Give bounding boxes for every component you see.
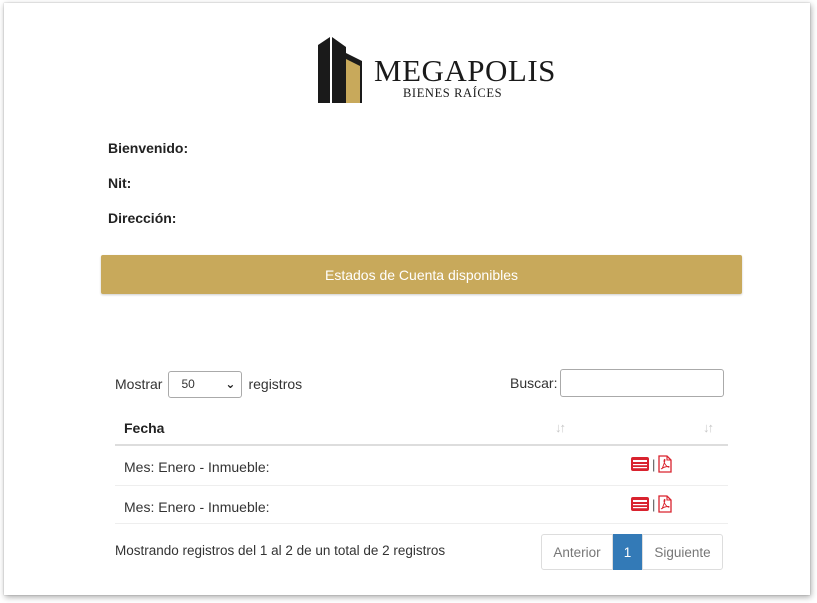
table-row-fecha: Mes: Enero - Inmueble: xyxy=(124,499,270,515)
statements-banner: Estados de Cuenta disponibles xyxy=(101,255,742,294)
sort-icon[interactable]: ↓↑ xyxy=(555,420,566,435)
pagination: Anterior 1 Siguiente xyxy=(541,534,723,570)
logo-subtitle: BIENES RAÍCES xyxy=(403,86,503,100)
building-logo-icon xyxy=(318,37,362,103)
address-label: Dirección: xyxy=(108,210,177,226)
table-info: Mostrando registros del 1 al 2 de un tot… xyxy=(115,543,446,558)
chevron-down-icon: ⌄ xyxy=(225,377,236,391)
pdf-icon[interactable] xyxy=(657,495,673,513)
table-row-fecha: Mes: Enero - Inmueble: xyxy=(124,459,270,475)
statement-card-icon[interactable] xyxy=(630,456,650,472)
table-row-actions: | xyxy=(630,455,673,473)
action-separator: | xyxy=(652,456,656,472)
search-label: Buscar: xyxy=(510,375,558,391)
page-length-value: 50 xyxy=(181,377,195,391)
pdf-icon[interactable] xyxy=(657,455,673,473)
records-label: registros xyxy=(248,376,303,392)
megapolis-logo: MEGAPOLIS BIENES RAÍCES xyxy=(316,33,555,105)
search-input[interactable] xyxy=(560,369,725,397)
table-header-divider xyxy=(115,444,728,446)
previous-page-button[interactable]: Anterior xyxy=(541,534,613,570)
table-row-actions: | xyxy=(630,495,673,513)
show-label: Mostrar xyxy=(115,376,163,392)
page-frame: MEGAPOLIS BIENES RAÍCES Bienvenido: Nit:… xyxy=(4,3,810,595)
column-header-fecha[interactable]: Fecha xyxy=(124,420,164,436)
action-separator: | xyxy=(652,496,656,512)
logo-name: MEGAPOLIS xyxy=(374,53,556,88)
page-length-select[interactable]: 50 ⌄ xyxy=(168,370,243,398)
welcome-label: Bienvenido: xyxy=(108,140,189,156)
statement-card-icon[interactable] xyxy=(630,496,650,512)
statements-banner-label: Estados de Cuenta disponibles xyxy=(324,266,519,283)
table-row-divider xyxy=(115,523,728,524)
table-row-divider xyxy=(115,485,728,486)
page-1-button[interactable]: 1 xyxy=(613,534,642,570)
sort-icon[interactable]: ↓↑ xyxy=(703,420,714,435)
search-control: Buscar: xyxy=(510,369,725,397)
page-length-control: Mostrar 50 ⌄ registros xyxy=(115,370,302,398)
nit-label: Nit: xyxy=(108,175,132,191)
next-page-button[interactable]: Siguiente xyxy=(642,534,723,570)
